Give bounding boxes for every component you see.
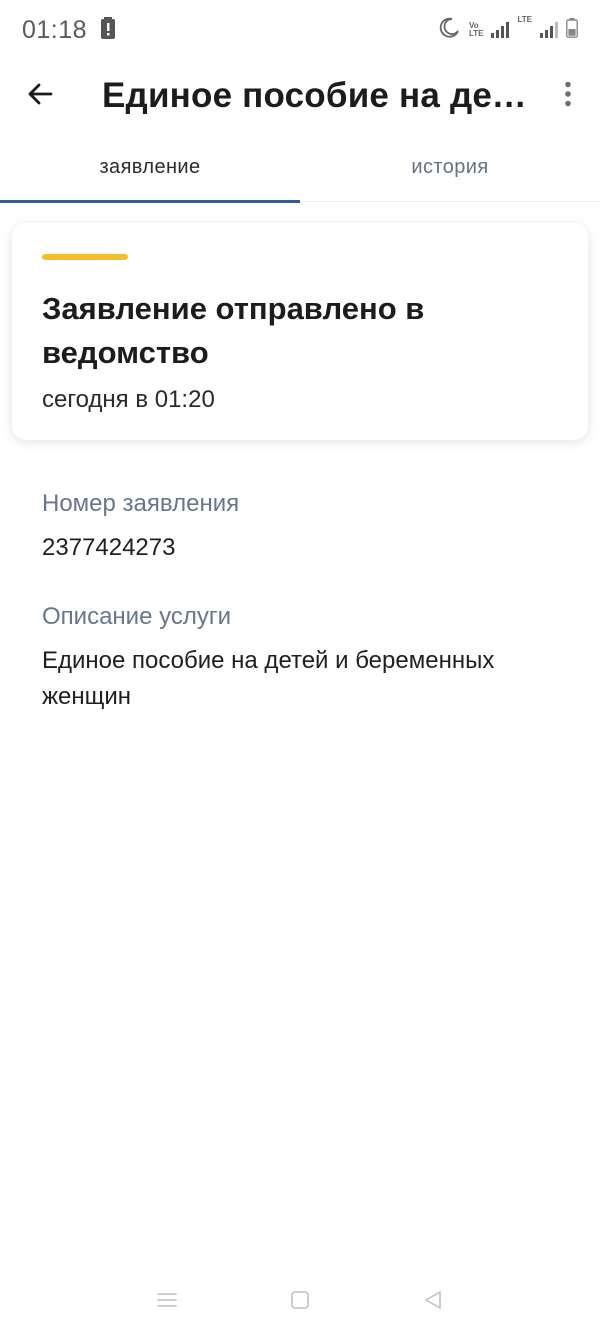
- application-number-value: 2377424273: [42, 534, 176, 561]
- battery-alert-icon: [101, 16, 116, 44]
- lte-label: LTE: [517, 14, 532, 24]
- service-description-label: Описание услуги: [42, 603, 231, 630]
- tab-bar: заявление история: [0, 132, 600, 203]
- battery-icon: [566, 17, 578, 43]
- tab-application[interactable]: заявление: [0, 132, 300, 203]
- status-left: 01:18: [22, 15, 116, 45]
- application-number-label: Номер заявления: [42, 490, 240, 517]
- back-nav-button[interactable]: [403, 1272, 463, 1332]
- status-time: 01:18: [22, 15, 88, 44]
- status-right: Vo LTE LTE: [437, 14, 578, 45]
- tab-history[interactable]: история: [300, 132, 600, 202]
- triangle-back-icon: [423, 1290, 443, 1315]
- more-vertical-icon: [564, 81, 572, 112]
- home-nav-button[interactable]: [270, 1272, 330, 1332]
- signal-icon: [491, 22, 510, 38]
- status-title: Заявление отправлено в ведомство: [42, 291, 425, 370]
- status-accent-stripe: [42, 254, 128, 260]
- status-card: Заявление отправлено в ведомство сегодня…: [12, 223, 588, 440]
- moon-icon: [437, 16, 461, 45]
- service-description-value: Единое пособие на детей и беременных жен…: [42, 647, 495, 710]
- volte-indicator: Vo LTE: [469, 22, 484, 38]
- status-timestamp: сегодня в 01:20: [42, 386, 215, 413]
- menu-nav-button[interactable]: [137, 1272, 197, 1332]
- more-options-button[interactable]: [536, 60, 600, 132]
- page-title: Единое пособие на детей и беременных жен…: [102, 76, 536, 115]
- menu-icon: [156, 1291, 177, 1314]
- signal-icon-secondary: [540, 22, 558, 38]
- system-navigation-bar: [0, 1272, 600, 1332]
- status-bar: 01:18 Vo LTE LTE: [0, 0, 600, 60]
- volte-bottom: LTE: [468, 29, 484, 38]
- square-icon: [290, 1290, 310, 1315]
- arrow-left-icon: [26, 80, 54, 113]
- back-button[interactable]: [0, 60, 80, 132]
- screen: 01:18 Vo LTE LTE Единое пособие на дете …: [0, 0, 600, 1332]
- app-bar: Единое пособие на детей и беременных жен…: [0, 60, 600, 132]
